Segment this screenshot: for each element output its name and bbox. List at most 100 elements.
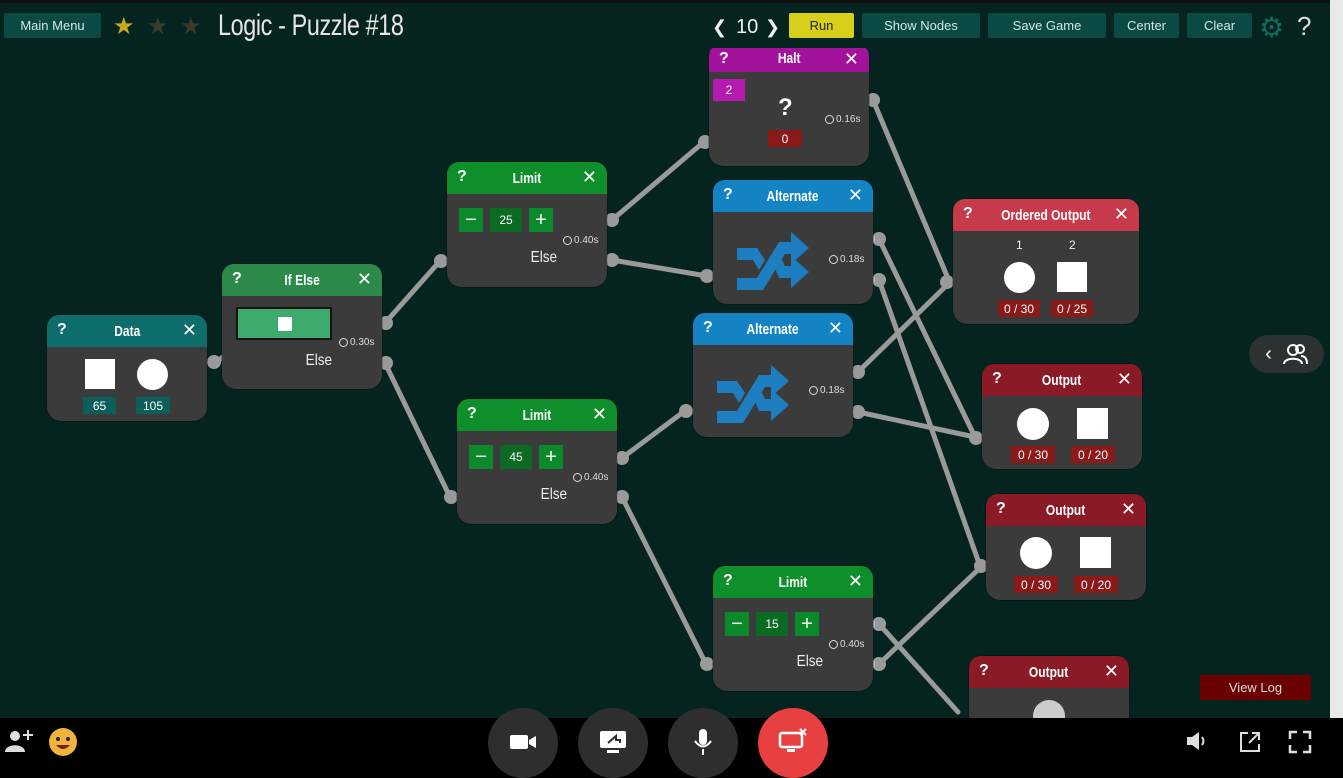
ordered-output-header[interactable]: ? Ordered Output ✕ <box>953 199 1139 231</box>
gear-icon[interactable]: ⚙ <box>1259 11 1284 44</box>
data-node-header[interactable]: ? Data ✕ <box>47 315 207 347</box>
call-controls-bar <box>0 708 1343 778</box>
limit-node[interactable]: ? Limit ✕ − 25 + 0.40s Else <box>447 162 607 287</box>
decrement-button[interactable]: − <box>469 445 493 469</box>
timer: 0.40s <box>573 472 608 483</box>
output-node[interactable]: ? Output ✕ <box>969 656 1129 718</box>
circle-progress: 0 / 30 <box>1014 576 1058 593</box>
camera-button[interactable] <box>488 708 558 778</box>
run-button[interactable]: Run <box>789 13 854 38</box>
show-nodes-button[interactable]: Show Nodes <box>862 13 980 38</box>
help-icon[interactable]: ? <box>996 500 1006 518</box>
microphone-button[interactable] <box>668 708 738 778</box>
clear-button[interactable]: Clear <box>1187 13 1252 38</box>
help-icon[interactable]: ? <box>232 270 242 288</box>
increment-button[interactable]: + <box>795 612 819 636</box>
close-icon[interactable]: ✕ <box>357 269 372 290</box>
increment-button[interactable]: + <box>529 208 553 232</box>
speed-increase-button[interactable]: ❯ <box>765 17 780 38</box>
clock-icon <box>563 236 572 245</box>
close-icon[interactable]: ✕ <box>582 167 597 188</box>
increment-button[interactable]: + <box>539 445 563 469</box>
close-icon[interactable]: ✕ <box>1117 369 1132 390</box>
close-icon[interactable]: ✕ <box>828 318 843 339</box>
help-icon[interactable]: ? <box>467 405 477 423</box>
node-title: Alternate <box>766 187 820 205</box>
output-node[interactable]: ? Output ✕ 0 / 30 0 / 20 <box>986 494 1146 600</box>
limit-node-header[interactable]: ? Limit ✕ <box>713 566 873 598</box>
end-call-button[interactable] <box>758 708 828 778</box>
close-icon[interactable]: ✕ <box>1121 499 1136 520</box>
halt-node-header[interactable]: ? Halt ✕ <box>709 44 869 72</box>
view-log-button[interactable]: View Log <box>1200 675 1311 700</box>
help-icon[interactable]: ? <box>723 186 733 204</box>
help-icon[interactable]: ? <box>457 168 467 186</box>
order-label: 2 <box>1069 238 1076 252</box>
data-node[interactable]: ? Data ✕ 65 105 <box>47 315 207 421</box>
limit-value: 15 <box>756 612 788 636</box>
timer: 0.40s <box>829 639 864 650</box>
help-icon[interactable]: ? <box>963 205 973 223</box>
output-node-header[interactable]: ? Output ✕ <box>986 494 1146 526</box>
alternate-node[interactable]: ? Alternate ✕ 0.18s <box>713 180 873 304</box>
fullscreen-icon[interactable] <box>1288 730 1312 754</box>
limit-node[interactable]: ? Limit ✕ − 45 + 0.40s Else <box>457 399 617 524</box>
help-icon[interactable]: ? <box>979 662 989 680</box>
ifelse-node-header[interactable]: ? If Else ✕ <box>222 264 382 296</box>
decrement-button[interactable]: − <box>459 208 483 232</box>
close-icon[interactable]: ✕ <box>182 320 197 341</box>
help-icon[interactable]: ? <box>719 50 729 68</box>
close-icon[interactable]: ✕ <box>844 49 859 70</box>
halt-counter: 0 <box>768 130 802 147</box>
save-game-button[interactable]: Save Game <box>988 13 1106 38</box>
alternate-node-header[interactable]: ? Alternate ✕ <box>693 313 853 345</box>
node-title: If Else <box>284 271 320 289</box>
close-icon[interactable]: ✕ <box>848 185 863 206</box>
help-icon[interactable]: ? <box>57 321 67 339</box>
square-token-icon <box>1057 262 1087 292</box>
node-title: Output <box>1046 501 1086 519</box>
volume-icon[interactable] <box>1185 730 1209 752</box>
add-user-icon[interactable] <box>4 728 34 754</box>
limit-node-header[interactable]: ? Limit ✕ <box>447 162 607 194</box>
participants-toggle[interactable]: ‹ <box>1249 335 1324 373</box>
output-node[interactable]: ? Output ✕ 0 / 30 0 / 20 <box>982 364 1142 469</box>
popout-icon[interactable] <box>1238 730 1262 754</box>
square-token-icon <box>1080 537 1111 568</box>
star-earned-icon: ★ <box>113 13 135 40</box>
share-screen-button[interactable] <box>578 708 648 778</box>
main-menu-button[interactable]: Main Menu <box>4 13 101 38</box>
clock-icon <box>339 338 348 347</box>
top-bar: Main Menu ★ ★ ★ Logic - Puzzle #18 ❮ 10 … <box>0 0 1330 48</box>
decrement-button[interactable]: − <box>725 612 749 636</box>
center-button[interactable]: Center <box>1114 13 1179 38</box>
ordered-output-node[interactable]: ? Ordered Output ✕ 1 2 0 / 30 0 / 25 <box>953 199 1139 324</box>
help-button[interactable]: ? <box>1297 11 1311 42</box>
order-label: 1 <box>1016 238 1023 252</box>
alternate-node-header[interactable]: ? Alternate ✕ <box>713 180 873 212</box>
speed-decrease-button[interactable]: ❮ <box>712 17 727 38</box>
help-icon[interactable]: ? <box>992 370 1002 388</box>
alternate-node[interactable]: ? Alternate ✕ 0.18s <box>693 313 853 437</box>
limit-node[interactable]: ? Limit ✕ − 15 + 0.40s Else <box>713 566 873 691</box>
puzzle-board[interactable]: ? Data ✕ 65 105 ? If Else ✕ 0.30s Else ?… <box>0 0 1330 718</box>
condition-slot[interactable] <box>236 307 332 340</box>
halt-value[interactable]: 2 <box>713 79 745 101</box>
close-icon[interactable]: ✕ <box>848 571 863 592</box>
ifelse-node[interactable]: ? If Else ✕ 0.30s Else <box>222 264 382 389</box>
limit-node-header[interactable]: ? Limit ✕ <box>457 399 617 431</box>
help-icon[interactable]: ? <box>723 572 733 590</box>
star-empty-icon: ★ <box>147 13 169 40</box>
close-icon[interactable]: ✕ <box>592 404 607 425</box>
close-icon[interactable]: ✕ <box>1114 204 1129 225</box>
output-node-header[interactable]: ? Output ✕ <box>969 656 1129 688</box>
emoji-icon[interactable] <box>47 726 79 758</box>
timer: 0.18s <box>809 385 844 396</box>
close-icon[interactable]: ✕ <box>1104 661 1119 682</box>
help-icon[interactable]: ? <box>703 319 713 337</box>
square-progress: 0 / 20 <box>1074 576 1118 593</box>
circle-token-icon <box>1017 408 1049 440</box>
output-node-header[interactable]: ? Output ✕ <box>982 364 1142 396</box>
halt-node[interactable]: ? Halt ✕ 2 ? 0 0.16s <box>709 44 869 166</box>
scrollbar[interactable] <box>1330 0 1343 718</box>
